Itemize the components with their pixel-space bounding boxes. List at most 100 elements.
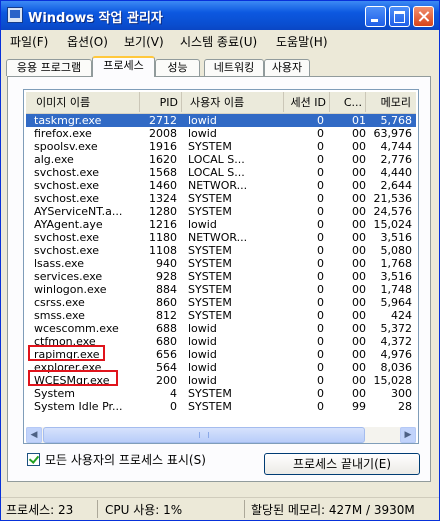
table-row[interactable]: winlogon.exe 884 SYSTEM 0 00 1,748: [26, 283, 416, 296]
column-image-name[interactable]: 이미지 이름: [26, 92, 140, 112]
proc-pid: 2008: [149, 127, 177, 140]
proc-pid: 1460: [149, 179, 177, 192]
proc-cpu: 00: [352, 322, 366, 335]
proc-name: smss.exe: [34, 309, 85, 322]
proc-user: lowid: [188, 322, 217, 335]
proc-pid: 1280: [149, 205, 177, 218]
column-pid[interactable]: PID: [140, 92, 182, 112]
table-row[interactable]: System 4 SYSTEM 0 00 300: [26, 387, 416, 400]
proc-memory: 4,976: [380, 348, 413, 361]
proc-cpu: 00: [352, 387, 366, 400]
proc-memory: 2,776: [380, 153, 413, 166]
proc-memory: 24,576: [373, 205, 413, 218]
show-all-users-checkbox[interactable]: [27, 453, 40, 466]
table-row[interactable]: svchost.exe 1568 LOCAL S... 0 00 4,440: [26, 166, 416, 179]
table-row[interactable]: svchost.exe 1460 NETWOR... 0 00 2,644: [26, 179, 416, 192]
list-header: 이미지 이름 PID 사용자 이름 세션 ID C... 메모리: [26, 92, 416, 114]
proc-cpu: 00: [352, 283, 366, 296]
maximize-button[interactable]: [389, 6, 410, 27]
horizontal-scrollbar[interactable]: ◀ ▶: [26, 427, 416, 443]
menu-file[interactable]: 파일(F): [10, 33, 48, 50]
proc-cpu: 00: [352, 218, 366, 231]
proc-name: AYServiceNT.a...: [34, 205, 123, 218]
proc-session: 0: [317, 231, 324, 244]
proc-session: 0: [317, 374, 324, 387]
proc-memory: 424: [391, 309, 412, 322]
table-row[interactable]: svchost.exe 1180 NETWOR... 0 00 3,516: [26, 231, 416, 244]
proc-pid: 688: [156, 322, 177, 335]
proc-cpu: 00: [352, 348, 366, 361]
menu-options[interactable]: 옵션(O): [67, 33, 108, 50]
tab-processes[interactable]: 프로세스: [92, 56, 155, 77]
tab-networking[interactable]: 네트워킹: [204, 59, 264, 76]
proc-session: 0: [317, 205, 324, 218]
proc-pid: 4: [170, 387, 177, 400]
proc-session: 0: [317, 179, 324, 192]
proc-user: lowid: [188, 374, 217, 387]
task-manager-window: Windows 작업 관리자 파일(F) 옵션(O) 보기(V) 시스템 종료(…: [0, 0, 440, 521]
proc-memory: 5,080: [380, 244, 413, 257]
table-row[interactable]: svchost.exe 1108 SYSTEM 0 00 5,080: [26, 244, 416, 257]
tab-users[interactable]: 사용자: [264, 59, 310, 76]
table-row[interactable]: alg.exe 1620 LOCAL S... 0 00 2,776: [26, 153, 416, 166]
table-row[interactable]: AYServiceNT.a... 1280 SYSTEM 0 00 24,576: [26, 205, 416, 218]
menu-help[interactable]: 도움말(H): [276, 33, 328, 50]
menu-bar: 파일(F) 옵션(O) 보기(V) 시스템 종료(U) 도움말(H): [1, 30, 439, 52]
proc-user: SYSTEM: [188, 244, 232, 257]
column-cpu[interactable]: C...: [330, 92, 366, 112]
tab-applications[interactable]: 응용 프로그램: [6, 59, 92, 76]
proc-session: 0: [317, 192, 324, 205]
proc-memory: 1,768: [380, 257, 413, 270]
proc-memory: 3,516: [380, 231, 413, 244]
proc-user: SYSTEM: [188, 205, 232, 218]
proc-cpu: 00: [352, 257, 366, 270]
proc-memory: 4,440: [380, 166, 413, 179]
proc-cpu: 00: [352, 153, 366, 166]
scroll-right-arrow-icon[interactable]: ▶: [400, 427, 416, 443]
table-row[interactable]: firefox.exe 2008 lowid 0 00 63,976: [26, 127, 416, 140]
table-row[interactable]: spoolsv.exe 1916 SYSTEM 0 00 4,744: [26, 140, 416, 153]
column-session-id[interactable]: 세션 ID: [284, 92, 330, 112]
table-row[interactable]: System Idle Pr... 0 SYSTEM 0 99 28: [26, 400, 416, 413]
table-row[interactable]: taskmgr.exe 2712 lowid 0 01 5,768: [26, 114, 416, 127]
scroll-left-arrow-icon[interactable]: ◀: [26, 427, 42, 443]
close-button[interactable]: [413, 6, 434, 27]
proc-cpu: 00: [352, 361, 366, 374]
menu-view[interactable]: 보기(V): [124, 33, 164, 50]
window-title: Windows 작업 관리자: [28, 11, 163, 26]
proc-cpu: 00: [352, 309, 366, 322]
proc-cpu: 01: [352, 114, 366, 127]
proc-name: svchost.exe: [34, 166, 100, 179]
proc-name: System: [34, 387, 76, 400]
proc-memory: 5,964: [380, 296, 413, 309]
proc-memory: 21,536: [373, 192, 413, 205]
column-memory[interactable]: 메모리: [366, 92, 414, 112]
table-row[interactable]: lsass.exe 940 SYSTEM 0 00 1,768: [26, 257, 416, 270]
proc-cpu: 00: [352, 374, 366, 387]
minimize-button[interactable]: [365, 6, 386, 27]
task-manager-app-icon: [7, 7, 23, 23]
proc-name: firefox.exe: [34, 127, 92, 140]
scroll-thumb[interactable]: [43, 427, 365, 443]
status-memory: 할당된 메모리: 427M / 3930M: [251, 503, 415, 517]
show-all-users-label[interactable]: 모든 사용자의 프로세스 표시(S): [45, 451, 206, 468]
proc-user: SYSTEM: [188, 400, 232, 413]
proc-pid: 884: [156, 283, 177, 296]
process-rows: taskmgr.exe 2712 lowid 0 01 5,768 firefox.exe 2…: [26, 114, 416, 413]
column-user-name[interactable]: 사용자 이름: [182, 92, 284, 112]
table-row[interactable]: smss.exe 812 SYSTEM 0 00 424: [26, 309, 416, 322]
end-process-button[interactable]: 프로세스 끝내기(E): [264, 453, 420, 475]
table-row[interactable]: svchost.exe 1324 SYSTEM 0 00 21,536: [26, 192, 416, 205]
table-row[interactable]: AYAgent.aye 1216 lowid 0 00 15,024: [26, 218, 416, 231]
proc-session: 0: [317, 322, 324, 335]
tab-performance[interactable]: 성능: [155, 59, 200, 76]
process-list[interactable]: 이미지 이름 PID 사용자 이름 세션 ID C... 메모리 taskmgr…: [23, 89, 419, 444]
menu-shutdown[interactable]: 시스템 종료(U): [180, 33, 257, 50]
table-row[interactable]: services.exe 928 SYSTEM 0 00 3,516: [26, 270, 416, 283]
proc-pid: 928: [156, 270, 177, 283]
table-row[interactable]: wcescomm.exe 688 lowid 0 00 5,372: [26, 322, 416, 335]
proc-cpu: 99: [352, 400, 366, 413]
proc-name: services.exe: [34, 270, 103, 283]
table-row[interactable]: csrss.exe 860 SYSTEM 0 00 5,964: [26, 296, 416, 309]
title-bar[interactable]: Windows 작업 관리자: [1, 1, 439, 30]
